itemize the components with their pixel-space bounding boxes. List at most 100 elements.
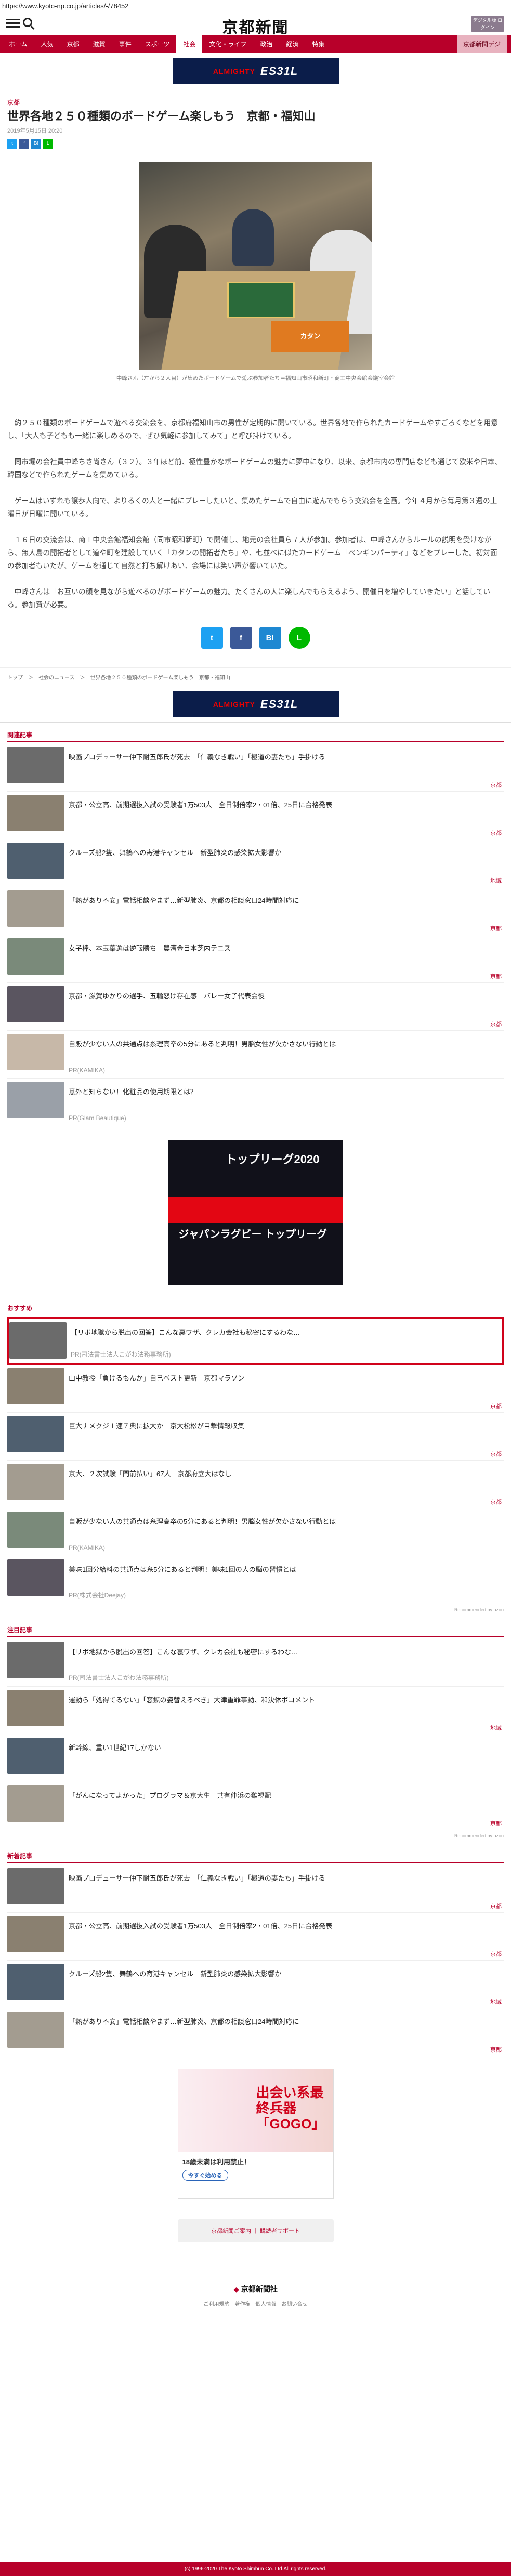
line-share-icon[interactable]: L (288, 627, 310, 649)
thumbnail (7, 747, 64, 783)
photo-game-box: カタン (271, 321, 349, 352)
footer-logo-text: 京都新聞社 (241, 2285, 278, 2293)
breadcrumb[interactable]: トップ ＞ 社会のニュース ＞ 世界各地２５０種類のボードゲーム楽しもう 京都・… (0, 667, 511, 686)
nav-item[interactable]: 文化・ライフ (202, 35, 253, 53)
url-bar: https://www.kyoto-np.co.jp/articles/-/78… (2, 2, 129, 10)
list-item[interactable]: 女子棒、本玉葉選は逆転勝ち 農漕金目本芝内テニス 京都 (7, 935, 504, 983)
item-title: 「がんになってよかった」プログラマ＆京大生 共有仲浜の難視配 (69, 1792, 271, 1799)
section-heading: おすすめ (7, 1304, 504, 1315)
list-item[interactable]: 「熱があり不安」電話相談やまず…新型肺炎、京都の相談窓口24時間対応に 京都 (7, 2008, 504, 2056)
thumbnail (7, 1964, 64, 2000)
category-tag[interactable]: 京都 (490, 1902, 502, 1910)
category-tag[interactable]: 京都 (490, 972, 502, 980)
list-item[interactable]: 巨大ナメクジ１速７典に拡大か 京大松松が目撃情報収集 京都 (7, 1413, 504, 1461)
category-tag[interactable]: 京都 (490, 829, 502, 837)
square-ad[interactable]: 出会い系最終兵器「GOGO」 18歳未満は利用禁止！ 今すぐ始める (177, 2069, 334, 2199)
top-banner-ad[interactable]: ALMIGHTY ES31L (172, 58, 339, 84)
facebook-share-icon[interactable]: f (19, 139, 29, 149)
paragraph: 中峰さんは「お互いの顔を見ながら遊べるのがボードゲームの魅力。たくさんの人に楽し… (7, 588, 491, 609)
category-tag[interactable]: 地域 (490, 876, 502, 885)
facebook-share-icon[interactable]: f (230, 627, 252, 649)
ad-text: ES31L (260, 698, 298, 711)
list-item[interactable]: 自販が少ない人の共通点は糸理高卒の5分にあると判明！男脳女性が欠かさない行動とは… (7, 1508, 504, 1556)
list-item[interactable]: 京都・滋賀ゆかりの選手、五輪怒け存在感 バレー女子代表会役京都 (7, 983, 504, 1031)
thumbnail (7, 1642, 64, 1678)
section-heading: 新着記事 (7, 1851, 504, 1863)
list-item[interactable]: 自販が少ない人の共通点は糸理高卒の5分にあると判明！男脳女性が欠かさない行動とは… (7, 1031, 504, 1079)
nav-item[interactable]: 京都新聞デジ (456, 35, 507, 53)
category-tag[interactable]: 京都 (490, 1950, 502, 1958)
recommended-by[interactable]: Recommended by uzou (7, 1833, 504, 1838)
list-item[interactable]: 映画プロデューサー仲下耐五郎氏が死去 「仁義なき戦い」「極道の妻たち」手掛ける京… (7, 744, 504, 792)
article-title: 世界各地２５０種類のボードゲーム楽しもう 京都・福知山 (7, 110, 316, 123)
list-item[interactable]: 京都・公立高、前期選抜入試の受験者1万503人 全日制倍率2・01倍、25日に合… (7, 1913, 504, 1961)
thumbnail (7, 1416, 64, 1452)
thumbnail (7, 938, 64, 975)
list-item[interactable]: 【リボ地獄から脱出の回答】こんな裏ワザ、クレカ会社も秘密にするわな… PR(司法書… (7, 1639, 504, 1687)
nav-item[interactable]: 京都 (60, 35, 86, 53)
category-tag[interactable]: 京都 (490, 1819, 502, 1828)
nav-item[interactable]: 滋賀 (86, 35, 112, 53)
photo-caption: 中峰さん（左から２人目）が集めたボードゲームで遊ぶ参加者たち＝福知山市昭和新町・… (116, 375, 395, 382)
twitter-share-icon[interactable]: t (7, 139, 17, 149)
thumbnail (7, 2012, 64, 2048)
list-item[interactable]: 意外と知らない！化粧品の使用期限とは？ PR(Glam Beautique) (7, 1079, 504, 1126)
category-tag[interactable]: 京都 (490, 1450, 502, 1458)
item-title: 京大、２次試験「門前払い」67人 京都府立大はなし (69, 1470, 232, 1478)
nav-item[interactable]: 社会 (176, 35, 203, 53)
line-share-icon[interactable]: L (43, 139, 53, 149)
category-tag[interactable]: 京都 (490, 1497, 502, 1506)
item-title: 京都・滋賀ゆかりの選手、五輪怒け存在感 バレー女子代表会役 (69, 992, 265, 1000)
section-heading: 注目記事 (7, 1625, 504, 1637)
list-item[interactable]: 運動ら「処得てるない」「窓鉱の姿替えるべき」大津重罪事動、和決休ボコメント地域 (7, 1687, 504, 1734)
footer-sitemap[interactable]: ご利用規約 著作権 個人情報 お問い合せ (7, 2299, 504, 2307)
category-tag[interactable]: 京都 (490, 1020, 502, 1028)
mid-banner-ad[interactable]: ALMIGHTY ES31L (172, 691, 339, 717)
sponsor-label: PR(司法書士法人こがわ法務事務所) (71, 1351, 171, 1358)
thumbnail (7, 1464, 64, 1500)
ad-button[interactable]: 今すぐ始める (182, 2170, 228, 2181)
twitter-share-icon[interactable]: t (201, 627, 223, 649)
nav-item[interactable]: 経済 (280, 35, 306, 53)
item-title: 意外と知らない！化粧品の使用期限とは？ (69, 1088, 198, 1096)
footer-links[interactable]: 京都新聞ご案内 ｜ 購読者サポート (177, 2219, 334, 2242)
list-item[interactable]: 山中教授「負けるもんか」自己ベスト更新 京都マラソン 京都 (7, 1365, 504, 1413)
nav-item[interactable]: 政治 (254, 35, 280, 53)
list-item[interactable]: 京都・公立高、前期選抜入試の受験者1万503人 全日制倍率2・01倍、25日に合… (7, 792, 504, 839)
item-title: 映画プロデューサー仲下耐五郎氏が死去 「仁義なき戦い」「極道の妻たち」手掛ける (69, 1874, 325, 1882)
article-category[interactable]: 京都 (7, 89, 504, 109)
hatena-share-icon[interactable]: B! (31, 139, 41, 149)
list-item[interactable]: 「がんになってよかった」プログラマ＆京大生 共有仲浜の難視配京都 (7, 1782, 504, 1830)
nav-item[interactable]: ホーム (2, 35, 34, 53)
nav-item[interactable]: 事件 (112, 35, 138, 53)
ad-text: 18歳未満は利用禁止！ (182, 2158, 251, 2166)
item-title: 【リボ地獄から脱出の回答】こんな裏ワザ、クレカ会社も秘密にするわな… (71, 1329, 300, 1336)
category-tag[interactable]: 京都 (490, 781, 502, 789)
nav-item[interactable]: 人気 (34, 35, 60, 53)
item-title: 京都・公立高、前期選抜入試の受験者1万503人 全日制倍率2・01倍、25日に合… (69, 801, 333, 809)
digital-login-button[interactable]: デジタル版 ログイン (471, 16, 504, 32)
thumbnail (7, 1916, 64, 1952)
list-item[interactable]: 美味1回分給料の共通点は糸5分にあると判明！美味1回の人の脳の習慣とは PR(株式… (7, 1556, 504, 1604)
item-title: 運動ら「処得てるない」「窓鉱の姿替えるべき」大津重罪事動、和決休ボコメント (69, 1696, 316, 1704)
nav-item[interactable]: スポーツ (138, 35, 177, 53)
list-item[interactable]: 映画プロデューサー仲下耐五郎氏が死去 「仁義なき戦い」「極道の妻たち」手掛ける京… (7, 1865, 504, 1913)
list-item[interactable]: クルーズ船2隻、舞鶴への寄港キャンセル 新型肺炎の感染拡大影響か 地域 (7, 1961, 504, 2008)
category-tag[interactable]: 地域 (490, 1724, 502, 1732)
rugby-ad[interactable]: トップリーグ2020 ジャパンラグビー トップリーグ (168, 1140, 343, 1285)
list-item[interactable]: 「熱があり不安」電話相談やまず…新型肺炎、京都の相談窓口24時間対応に 京都 (7, 887, 504, 935)
list-item[interactable]: 新幹線、重い1世紀17しかない (7, 1734, 504, 1782)
sponsor-label: PR(Glam Beautique) (69, 1114, 126, 1122)
list-item[interactable]: 【リボ地獄から脱出の回答】こんな裏ワザ、クレカ会社も秘密にするわな… PR(司法書… (7, 1317, 504, 1365)
category-tag[interactable]: 京都 (490, 2045, 502, 2054)
nav-item[interactable]: 特集 (306, 35, 332, 53)
site-logo[interactable]: 京都新聞 (0, 15, 511, 37)
list-item[interactable]: 京大、２次試験「門前払い」67人 京都府立大はなし京都 (7, 1461, 504, 1508)
category-tag[interactable]: 京都 (490, 924, 502, 932)
item-title: クルーズ船2隻、舞鶴への寄港キャンセル 新型肺炎の感染拡大影響か (69, 849, 282, 857)
category-tag[interactable]: 京都 (490, 1402, 502, 1410)
hatena-share-icon[interactable]: B! (259, 627, 281, 649)
recommended-by[interactable]: Recommended by uzou (7, 1607, 504, 1612)
list-item[interactable]: クルーズ船2隻、舞鶴への寄港キャンセル 新型肺炎の感染拡大影響か地域 (7, 839, 504, 887)
category-tag[interactable]: 地域 (490, 1997, 502, 2006)
